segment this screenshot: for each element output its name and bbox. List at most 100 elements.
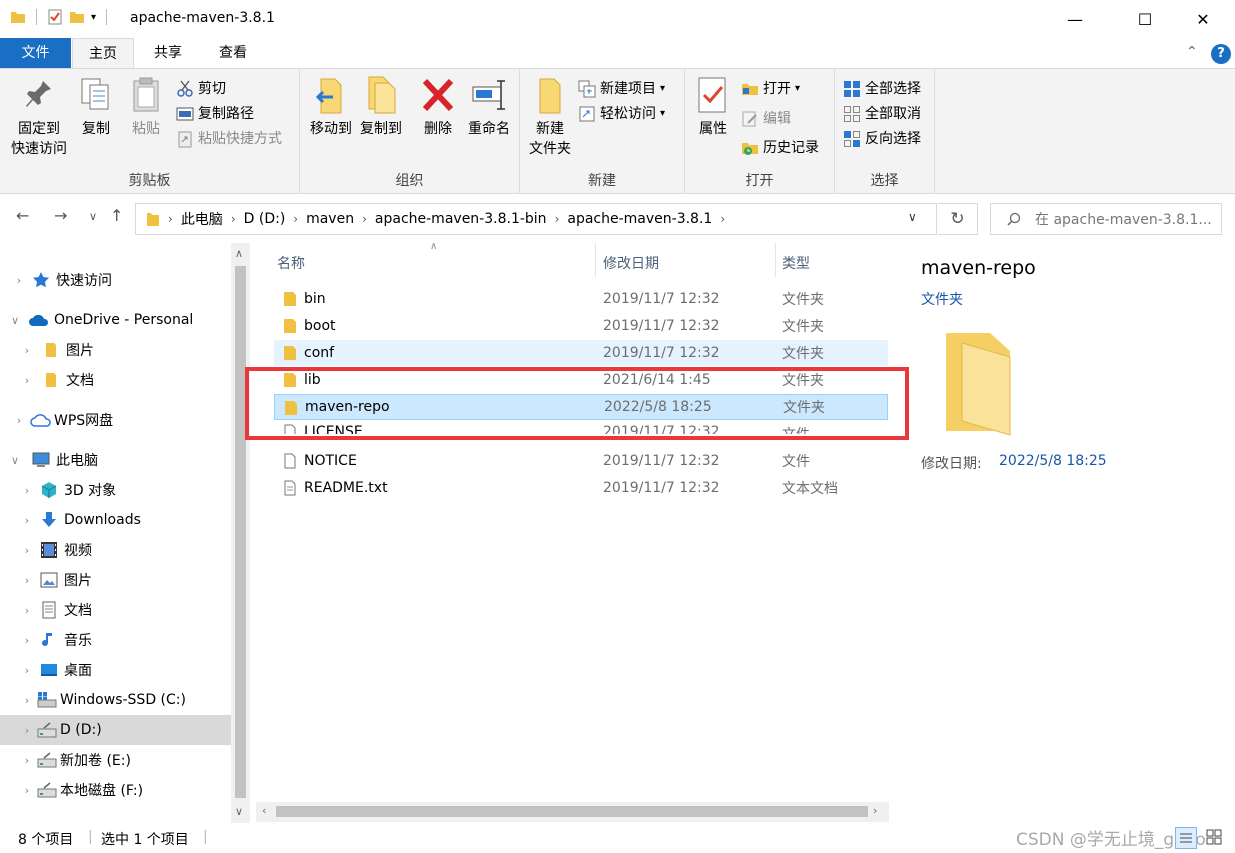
sidebar-item-c-drive[interactable]: › Windows-SSD (C:) [0,685,231,715]
file-row-license[interactable]: LICENSE 2019/11/7 12:32 文件 [274,421,888,434]
file-row-bin[interactable]: bin 2019/11/7 12:32 文件夹 [274,286,888,312]
column-header-date[interactable]: 修改日期 [603,253,659,273]
expand-chevron-icon[interactable]: › [20,574,34,587]
up-arrow-icon[interactable]: ↑ [110,206,123,225]
tab-home[interactable]: 主页 [72,38,134,68]
sidebar-item-this-pc[interactable]: ∨ 此电脑 [0,445,231,475]
sidebar-item-f-drive[interactable]: › 本地磁盘 (F:) [0,775,231,805]
column-divider[interactable] [775,243,776,277]
sidebar-item-e-drive[interactable]: › 新加卷 (E:) [0,745,231,775]
column-header-name[interactable]: 名称 [277,253,305,273]
expand-chevron-icon[interactable]: › [20,374,34,387]
pin-to-quick-access-button[interactable]: 固定到 快速访问 [6,75,72,159]
breadcrumb-maven-381[interactable]: apache-maven-3.8.1 [567,211,712,227]
column-divider[interactable] [595,243,596,277]
expand-chevron-icon[interactable]: › [12,274,26,287]
copy-to-button[interactable]: 复制到 [356,75,406,139]
open-button[interactable]: 打开 ▾ [741,77,800,101]
breadcrumb-d-drive[interactable]: D (D:) [244,211,286,227]
expand-chevron-icon[interactable]: › [20,634,34,647]
new-folder-button[interactable]: 新建 文件夹 [524,75,576,159]
large-icons-view-button[interactable] [1204,827,1226,849]
select-all-button[interactable]: 全部选择 [843,77,921,101]
expand-chevron-icon[interactable]: › [20,724,34,737]
column-header-type[interactable]: 类型 [782,253,810,273]
sidebar-item-videos[interactable]: › 视频 [0,535,231,565]
expand-chevron-icon[interactable]: › [20,664,34,677]
properties-check-icon[interactable] [47,9,63,25]
tab-view[interactable]: 查看 [203,38,263,68]
file-list-horizontal-scrollbar[interactable]: ‹ › [256,802,889,822]
sidebar-item-3d-objects[interactable]: › 3D 对象 [0,475,231,505]
sidebar-item-quick-access[interactable]: › 快速访问 [0,265,231,295]
rename-button[interactable]: 重命名 [464,75,514,139]
file-row-boot[interactable]: boot 2019/11/7 12:32 文件夹 [274,313,888,339]
collapse-chevron-icon[interactable]: ∨ [8,454,22,467]
select-none-button[interactable]: 全部取消 [843,102,921,126]
scroll-left-arrow-icon[interactable]: ‹ [262,804,266,817]
scrollbar-thumb[interactable] [276,806,868,817]
scrollbar-thumb[interactable] [235,266,246,798]
collapse-chevron-icon[interactable]: ∨ [8,314,22,327]
expand-chevron-icon[interactable]: › [12,414,26,427]
expand-chevron-icon[interactable]: › [20,754,34,767]
tab-file[interactable]: 文件 [0,38,71,68]
sidebar-item-documents[interactable]: › 文档 [0,595,231,625]
scroll-up-arrow-icon[interactable]: ∧ [235,247,243,260]
customize-toolbar-chevron-icon[interactable]: ▾ [91,12,96,23]
scroll-down-arrow-icon[interactable]: ∨ [235,805,243,818]
minimize-button[interactable]: — [1052,0,1098,38]
expand-chevron-icon[interactable]: › [20,484,34,497]
properties-button[interactable]: 属性 [691,75,735,139]
file-row-maven-repo[interactable]: maven-repo 2022/5/8 18:25 文件夹 [274,394,888,420]
sidebar-item-music[interactable]: › 音乐 [0,625,231,655]
new-item-button[interactable]: 新建项目 ▾ [578,77,665,101]
back-arrow-icon[interactable]: ← [16,206,29,225]
navigation-pane-scrollbar[interactable]: ∧ ∨ [231,243,250,823]
breadcrumb-maven[interactable]: maven [306,211,354,227]
sidebar-item-onedrive-documents[interactable]: › 文档 [0,365,231,395]
expand-chevron-icon[interactable]: › [20,514,34,527]
sidebar-item-d-drive[interactable]: › D (D:) [0,715,231,745]
collapse-ribbon-chevron-icon[interactable]: ⌃ [1186,44,1198,60]
breadcrumb-maven-bin[interactable]: apache-maven-3.8.1-bin [375,211,547,227]
paste-shortcut-button[interactable]: 粘贴快捷方式 [176,127,282,151]
expand-chevron-icon[interactable]: › [20,544,34,557]
invert-selection-button[interactable]: 反向选择 [843,127,921,151]
forward-arrow-icon[interactable]: → [54,206,67,225]
history-button[interactable]: 历史记录 [741,136,819,160]
delete-button[interactable]: 删除 [416,75,460,139]
expand-chevron-icon[interactable]: › [20,604,34,617]
copy-button[interactable]: 复制 [74,75,118,139]
maximize-button[interactable]: ☐ [1122,0,1168,38]
sidebar-item-onedrive-pictures[interactable]: › 图片 [0,335,231,365]
address-dropdown-chevron-icon[interactable]: ∨ [908,210,917,224]
copy-path-button[interactable]: 复制路径 [176,102,254,126]
paste-button[interactable]: 粘贴 [124,75,168,139]
sidebar-item-pictures[interactable]: › 图片 [0,565,231,595]
file-row-conf[interactable]: conf 2019/11/7 12:32 文件夹 [274,340,888,366]
sidebar-item-downloads[interactable]: › Downloads [0,505,231,535]
move-to-button[interactable]: 移动到 [306,75,356,139]
address-bar[interactable]: › 此电脑 › D (D:) › maven › apache-maven-3.… [135,203,937,235]
easy-access-button[interactable]: 轻松访问 ▾ [578,102,665,126]
tab-share[interactable]: 共享 [138,38,198,68]
file-row-notice[interactable]: NOTICE 2019/11/7 12:32 文件 [274,448,888,474]
help-icon[interactable]: ? [1211,44,1231,64]
expand-chevron-icon[interactable]: › [20,784,34,797]
file-row-readme[interactable]: README.txt 2019/11/7 12:32 文本文档 [274,475,888,501]
breadcrumb-this-pc[interactable]: 此电脑 [181,209,223,229]
new-folder-icon[interactable] [69,9,85,25]
cut-button[interactable]: 剪切 [176,77,226,101]
expand-chevron-icon[interactable]: › [20,694,34,707]
close-button[interactable]: ✕ [1180,0,1226,38]
file-row-lib[interactable]: lib 2021/6/14 1:45 文件夹 [274,367,888,393]
details-view-button[interactable] [1175,827,1197,849]
refresh-icon[interactable]: ↻ [938,203,978,235]
search-box[interactable]: 在 apache-maven-3.8.1... [990,203,1222,235]
recent-locations-chevron-icon[interactable]: ∨ [89,210,97,223]
sidebar-item-desktop[interactable]: › 桌面 [0,655,231,685]
sidebar-item-wps-cloud[interactable]: › WPS网盘 [0,405,231,435]
sidebar-item-onedrive[interactable]: ∨ OneDrive - Personal [0,305,231,335]
edit-button[interactable]: 编辑 [741,107,791,131]
